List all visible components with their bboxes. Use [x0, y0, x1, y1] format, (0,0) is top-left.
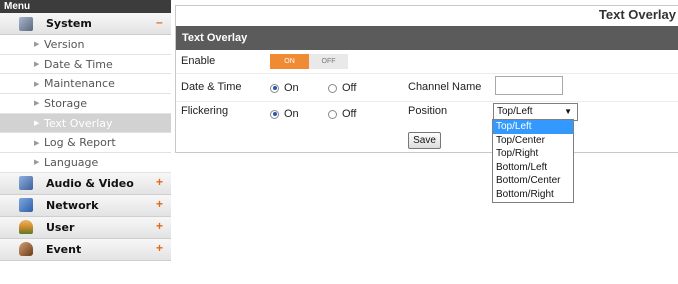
sidebar-item-label: Text Overlay — [44, 116, 113, 130]
flickering-off-radio[interactable]: Off — [328, 108, 356, 120]
sidebar-section-label: System — [46, 17, 92, 30]
sidebar-section-system[interactable]: System – — [0, 13, 171, 35]
sidebar-item-label: Maintenance — [44, 77, 115, 91]
sidebar-item-label: Storage — [44, 96, 88, 110]
radio-label: Off — [342, 82, 357, 94]
flickering-row: Flickering On Off Position Top/Left ▼ — [176, 103, 678, 127]
radio-dot[interactable] — [270, 109, 279, 119]
radio-label: On — [284, 108, 299, 120]
sidebar-section-label: Network — [46, 198, 99, 212]
sidebar-section-label: Audio & Video — [46, 176, 134, 190]
chevron-right-icon: ▶ — [34, 120, 40, 128]
event-icon — [19, 242, 33, 257]
flickering-label: Flickering — [181, 105, 229, 117]
sidebar-section-label: User — [46, 220, 75, 234]
chevron-right-icon: ▶ — [34, 80, 40, 88]
toggle-on-option[interactable]: ON — [270, 54, 309, 69]
section-header: Text Overlay — [176, 26, 678, 50]
page-title: Text Overlay — [598, 7, 676, 22]
channel-name-label: Channel Name — [408, 81, 482, 93]
date-time-row: Date & Time On Off Channel Name — [176, 76, 678, 102]
system-icon — [19, 16, 33, 31]
chevron-right-icon: ▶ — [34, 61, 40, 69]
sidebar-item-label: Version — [44, 37, 85, 51]
sidebar-section-user[interactable]: User + — [0, 216, 171, 239]
sidebar-section-audio-video[interactable]: Audio & Video + — [0, 172, 171, 195]
sidebar-item-label: Log & Report — [44, 136, 116, 150]
position-option[interactable]: Top/Left — [493, 120, 573, 134]
radio-label: On — [284, 82, 299, 94]
sidebar-item-maintenance[interactable]: ▶ Maintenance — [0, 74, 171, 95]
position-option[interactable]: Bottom/Center — [493, 174, 573, 188]
radio-dot[interactable] — [328, 83, 337, 93]
chevron-right-icon: ▶ — [34, 139, 40, 147]
menu-header: Menu — [0, 0, 171, 13]
date-time-label: Date & Time — [181, 81, 242, 93]
sidebar-item-label: Date & Time — [44, 57, 113, 71]
radio-dot[interactable] — [270, 83, 279, 93]
enable-toggle[interactable]: ON OFF — [270, 54, 348, 69]
network-icon — [19, 198, 33, 213]
save-button[interactable]: Save — [408, 132, 441, 149]
sidebar-item-date-time[interactable]: ▶ Date & Time — [0, 54, 171, 75]
chevron-right-icon: ▶ — [34, 41, 40, 49]
sidebar-item-language[interactable]: ▶ Language — [0, 153, 171, 173]
text-overlay-panel: Text Overlay Text Overlay Enable ON OFF … — [175, 5, 678, 153]
position-option[interactable]: Bottom/Left — [493, 161, 573, 175]
expand-icon[interactable]: + — [156, 219, 163, 233]
sidebar-item-label: Language — [44, 155, 99, 169]
expand-icon[interactable]: + — [156, 197, 163, 211]
radio-label: Off — [342, 108, 357, 120]
position-selected-value: Top/Left — [497, 106, 533, 117]
camera-icon — [19, 176, 33, 191]
sidebar-item-text-overlay[interactable]: ▶ Text Overlay — [0, 113, 171, 134]
date-time-on-radio[interactable]: On — [270, 82, 299, 94]
enable-label: Enable — [181, 55, 216, 67]
sidebar-section-event[interactable]: Event + — [0, 238, 171, 261]
position-option[interactable]: Top/Right — [493, 147, 573, 161]
expand-icon[interactable]: + — [156, 175, 163, 189]
sidebar-section-network[interactable]: Network + — [0, 194, 171, 217]
position-dropdown-list: Top/Left Top/Center Top/Right Bottom/Lef… — [492, 119, 574, 203]
flickering-on-radio[interactable]: On — [270, 108, 299, 120]
user-icon — [19, 220, 33, 235]
position-label: Position — [408, 105, 448, 117]
sidebar-item-version[interactable]: ▶ Version — [0, 35, 171, 55]
date-time-off-radio[interactable]: Off — [328, 82, 356, 94]
chevron-right-icon: ▶ — [34, 159, 40, 167]
radio-dot[interactable] — [328, 109, 337, 119]
sidebar-item-log-report[interactable]: ▶ Log & Report — [0, 133, 171, 154]
sidebar-section-label: Event — [46, 242, 82, 256]
position-option[interactable]: Top/Center — [493, 134, 573, 148]
sidebar-item-storage[interactable]: ▶ Storage — [0, 94, 171, 114]
sidebar: Menu System – ▶ Version ▶ Date & Time ▶ … — [0, 0, 171, 284]
chevron-down-icon[interactable]: ▼ — [564, 107, 572, 116]
position-option[interactable]: Bottom/Right — [493, 188, 573, 202]
collapse-icon[interactable]: – — [156, 15, 163, 29]
channel-name-input[interactable] — [495, 76, 563, 95]
enable-row: Enable ON OFF — [176, 51, 678, 74]
chevron-right-icon: ▶ — [34, 100, 40, 108]
toggle-off-option[interactable]: OFF — [309, 54, 348, 69]
expand-icon[interactable]: + — [156, 241, 163, 255]
